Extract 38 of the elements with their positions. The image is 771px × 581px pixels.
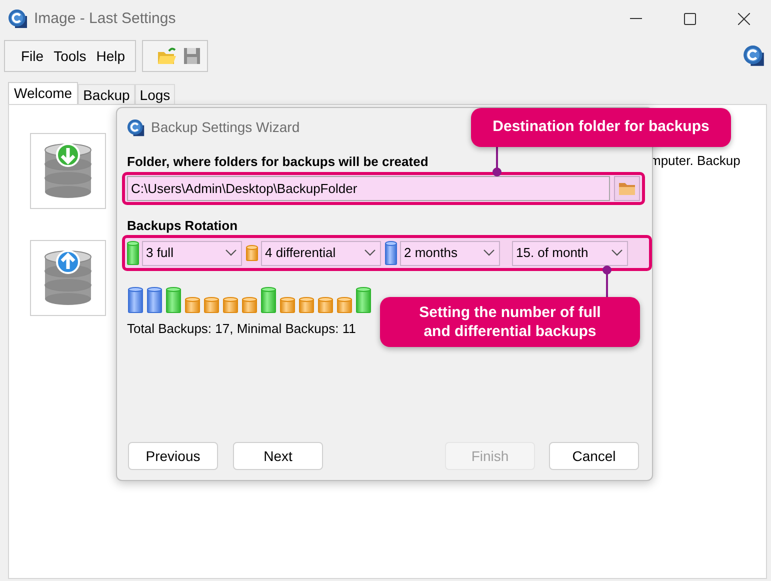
- tab[interactable]: Backup: [78, 84, 135, 104]
- tab[interactable]: Logs: [134, 84, 176, 104]
- menu-item[interactable]: File: [17, 46, 48, 66]
- caret-icon: [225, 249, 237, 257]
- minimize-icon: [630, 18, 642, 20]
- folder-field[interactable]: C:\Users\Admin\Desktop\BackupFolder: [127, 176, 610, 201]
- callout: Setting the number of full and differential backups: [380, 297, 640, 347]
- dropdown[interactable]: 15. of month: [512, 240, 628, 266]
- wizard-button[interactable]: Cancel: [549, 442, 639, 470]
- database-button[interactable]: [30, 133, 106, 209]
- menu-item[interactable]: Help: [92, 46, 130, 66]
- tab[interactable]: Welcome: [8, 82, 78, 104]
- dropdown[interactable]: 3 full: [142, 240, 242, 266]
- database-button[interactable]: [30, 240, 106, 316]
- dropdown[interactable]: 2 months: [400, 240, 500, 266]
- app-logo-icon: [743, 45, 765, 67]
- backup-summary: Total Backups: 17, Minimal Backups: 11: [127, 320, 356, 338]
- callout: Destination folder for backups: [471, 108, 731, 147]
- window-title: Image - Last Settings: [34, 8, 176, 29]
- open-folder-button[interactable]: [157, 47, 178, 65]
- close-icon: [738, 13, 750, 25]
- browse-button[interactable]: [614, 176, 640, 201]
- menu-item[interactable]: Tools: [50, 46, 90, 66]
- rotation-label: Backups Rotation: [127, 218, 239, 234]
- caret-icon: [483, 249, 495, 257]
- caret-icon: [364, 249, 376, 257]
- wizard-button[interactable]: Next: [233, 442, 323, 470]
- maximize-icon: [684, 13, 696, 25]
- save-button[interactable]: [183, 47, 202, 65]
- wizard-button[interactable]: Previous: [128, 442, 218, 470]
- dialog-title: Backup Settings Wizard: [151, 118, 300, 137]
- folder-label: Folder, where folders for backups will be created: [127, 154, 430, 170]
- folder-icon: [157, 47, 178, 65]
- folder-icon: [618, 181, 636, 196]
- caret-icon: [611, 249, 623, 257]
- dropdown[interactable]: 4 differential: [261, 240, 381, 266]
- app-logo-icon: [127, 118, 145, 136]
- app-logo-icon: [8, 9, 28, 29]
